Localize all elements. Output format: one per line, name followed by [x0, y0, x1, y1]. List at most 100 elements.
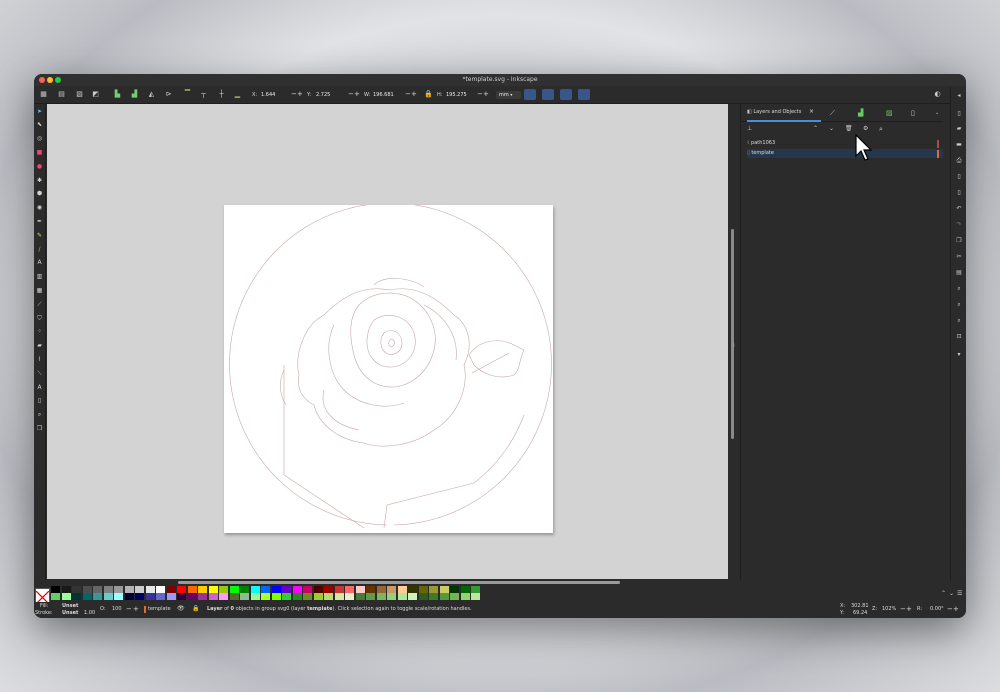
palette-swatch[interactable] — [397, 593, 407, 600]
toggle-visibility-icon[interactable]: 👁 — [177, 605, 185, 612]
palette-swatch[interactable] — [324, 586, 333, 593]
y-input[interactable]: 2.725 — [316, 91, 342, 99]
palette-scroll-down-icon[interactable]: ⌄ — [949, 590, 954, 597]
palette-menu-icon[interactable]: ☰ — [957, 590, 962, 597]
raise-to-top-icon[interactable]: ⊳ — [165, 91, 172, 98]
palette-swatch[interactable] — [376, 593, 386, 600]
palette-swatch[interactable] — [135, 593, 144, 600]
fill-stroke-tab-icon[interactable]: ⟋ — [830, 109, 835, 117]
new-document-icon[interactable]: ▯ — [955, 110, 963, 118]
palette-swatch[interactable] — [93, 586, 102, 593]
y-increment[interactable]: + — [354, 90, 360, 98]
move-patterns-toggle[interactable] — [578, 89, 590, 100]
move-gradients-toggle[interactable] — [560, 89, 572, 100]
rotation-value[interactable]: 0.00° — [930, 606, 944, 612]
palette-swatch[interactable] — [187, 593, 197, 600]
palette-swatch[interactable] — [397, 586, 407, 593]
palette-swatch[interactable] — [229, 593, 239, 600]
canvas[interactable] — [47, 104, 728, 584]
selector-tool-icon[interactable]: ➤ — [36, 108, 43, 115]
more-commands-icon[interactable]: ▾ — [955, 351, 963, 359]
palette-swatch[interactable] — [82, 586, 92, 593]
palette-swatch[interactable] — [51, 586, 60, 593]
rotate-90-cw-icon[interactable]: ▙ — [114, 91, 121, 98]
move-up-icon[interactable]: ⌃ — [813, 125, 818, 133]
toggle-lock-icon[interactable]: 🔒 — [192, 605, 199, 612]
fill-value[interactable]: Unset — [62, 603, 78, 609]
current-layer-name[interactable]: template — [148, 606, 171, 612]
text-tool-icon[interactable]: A — [36, 259, 43, 266]
move-down-icon[interactable]: ⌄ — [829, 125, 834, 133]
palette-swatch[interactable] — [250, 593, 260, 600]
expand-icon[interactable]: ◂ — [955, 92, 963, 100]
palette-swatch[interactable] — [303, 586, 312, 593]
palette-swatch[interactable] — [313, 586, 323, 593]
palette-swatch[interactable] — [439, 586, 449, 593]
panel-resize-handle[interactable]: ⁞ — [733, 342, 735, 349]
palette-swatch[interactable] — [345, 593, 354, 600]
dropper-tool-icon[interactable]: ⟋ — [36, 301, 43, 308]
palette-swatch[interactable] — [261, 586, 270, 593]
opacity-decrement[interactable]: − — [126, 605, 132, 613]
redo-icon[interactable]: ↷ — [955, 221, 963, 229]
w-decrement[interactable]: − — [405, 90, 411, 98]
spray-tool-icon[interactable]: ⁘ — [36, 328, 43, 335]
3d-box-tool-icon[interactable]: ⬢ — [36, 190, 43, 197]
stroke-width-value[interactable]: 1.00 — [84, 610, 95, 616]
palette-swatch[interactable] — [334, 586, 344, 593]
pen-tool-icon[interactable]: ✒ — [36, 218, 43, 225]
minimize-window-button[interactable] — [47, 77, 53, 83]
palette-swatch[interactable] — [124, 593, 134, 600]
palette-swatch[interactable] — [418, 586, 428, 593]
node-tool-icon[interactable]: ⬉ — [36, 121, 43, 128]
palette-swatch[interactable] — [303, 593, 312, 600]
opacity-value[interactable]: 100 — [112, 606, 122, 612]
add-layer-icon[interactable]: ⊥ — [747, 125, 752, 133]
undo-icon[interactable]: ↶ — [955, 205, 963, 213]
zoom-decrement[interactable]: − — [900, 605, 906, 613]
w-input[interactable]: 196.681 — [373, 91, 403, 99]
palette-swatch[interactable] — [114, 593, 123, 600]
gradient-tool-icon[interactable]: ▥ — [36, 273, 43, 280]
palette-swatch[interactable] — [72, 586, 81, 593]
palette-swatch[interactable] — [387, 586, 396, 593]
w-increment[interactable]: + — [411, 90, 417, 98]
layer-row-template[interactable]: ▯ template — [747, 149, 943, 158]
palette-swatch[interactable] — [292, 586, 302, 593]
lower-icon[interactable]: ┬ — [200, 91, 207, 98]
lock-ratio-icon[interactable]: 🔒 — [424, 91, 433, 98]
h-decrement[interactable]: − — [477, 90, 483, 98]
zoom-increment[interactable]: + — [906, 605, 912, 613]
rotate-90-ccw-icon[interactable]: ◩ — [92, 91, 99, 98]
measure-tool-icon[interactable]: ⟍ — [36, 370, 43, 377]
palette-swatch[interactable] — [103, 586, 113, 593]
y-decrement[interactable]: − — [348, 90, 354, 98]
palette-swatch[interactable] — [366, 593, 375, 600]
palette-swatch[interactable] — [429, 586, 438, 593]
stroke-value[interactable]: Unset — [62, 610, 78, 616]
palette-swatch[interactable] — [145, 586, 155, 593]
palette-swatch[interactable] — [282, 593, 291, 600]
palette-swatch[interactable] — [355, 586, 365, 593]
palette-swatch[interactable] — [355, 593, 365, 600]
palette-swatch[interactable] — [313, 593, 323, 600]
palette-swatch[interactable] — [439, 593, 449, 600]
rotation-decrement[interactable]: − — [947, 605, 953, 613]
palette-swatch[interactable] — [51, 593, 60, 600]
horizontal-scrollbar[interactable] — [178, 581, 620, 584]
tweak-tool-icon[interactable]: ◎ — [36, 135, 43, 142]
scale-corners-toggle[interactable] — [542, 89, 554, 100]
palette-swatch[interactable] — [61, 586, 71, 593]
palette-swatch[interactable] — [429, 593, 438, 600]
palette-swatch[interactable] — [198, 593, 207, 600]
close-icon[interactable]: × — [809, 108, 814, 115]
copy-icon[interactable]: ❐ — [955, 237, 963, 245]
calligraphy-tool-icon[interactable]: / — [36, 246, 43, 253]
palette-swatch[interactable] — [82, 593, 92, 600]
chevron-down-icon[interactable]: ⌄ — [935, 109, 939, 117]
palette-swatch[interactable] — [387, 593, 396, 600]
palette-swatch[interactable] — [334, 593, 344, 600]
palette-swatch[interactable] — [261, 593, 270, 600]
export-tab-icon[interactable]: ▨ — [886, 109, 893, 117]
palette-swatch[interactable] — [366, 586, 375, 593]
